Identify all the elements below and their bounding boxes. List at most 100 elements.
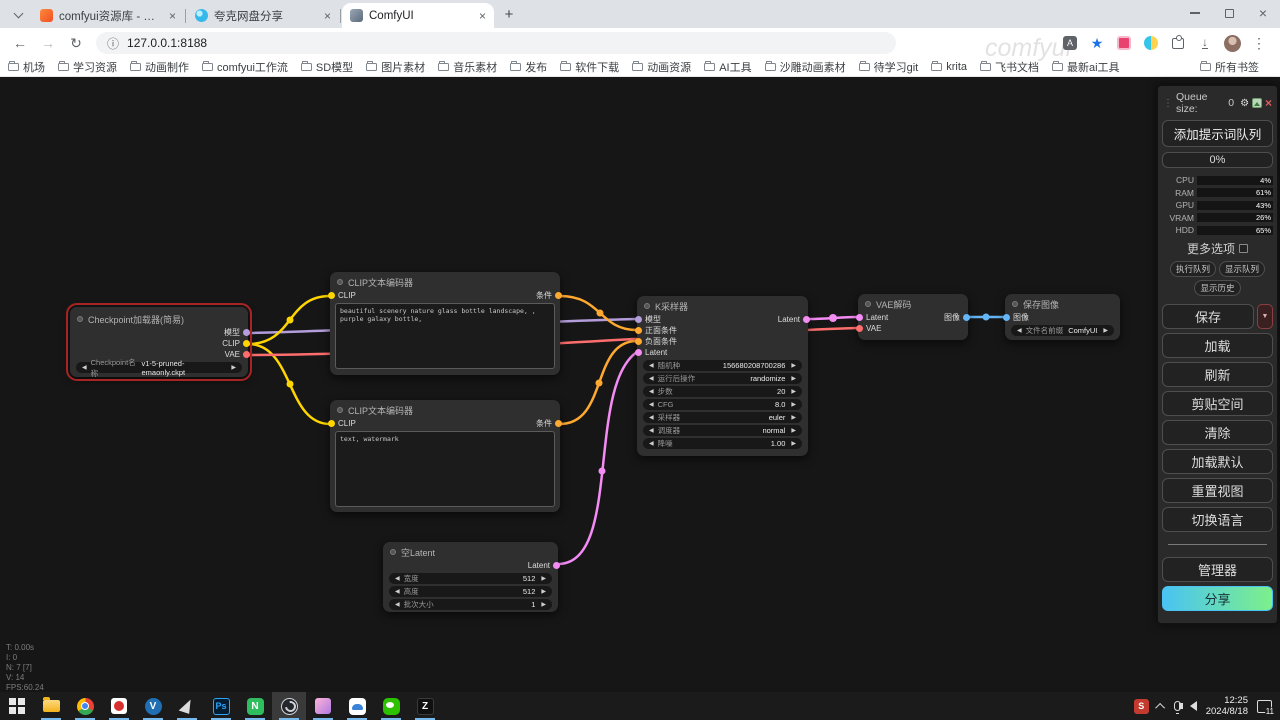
clear-button[interactable]: 清除 [1162,420,1273,445]
node-title-bar[interactable]: VAE解码 [858,296,968,312]
extension-smile-button[interactable] [1142,34,1160,52]
snip-tool-icon[interactable] [1133,698,1149,714]
output-slot-model[interactable] [243,329,250,336]
drag-handle-icon[interactable] [1163,98,1173,109]
site-info-icon[interactable] [107,35,119,52]
node-clip-encode-positive[interactable]: CLIP文本编码器 CLIP 条件 beautiful scenery natu… [328,272,562,375]
forward-button[interactable] [36,31,60,55]
input-slot-latent[interactable] [856,314,863,321]
reload-button[interactable] [64,31,88,55]
close-button[interactable] [1246,0,1280,26]
more-options-checkbox[interactable] [1239,244,1248,253]
load-default-button[interactable]: 加载默认 [1162,449,1273,474]
input-slot-negative[interactable] [635,338,642,345]
switch-language-button[interactable]: 切换语言 [1162,507,1273,532]
queue-prompt-button[interactable]: 添加提示词队列 [1162,120,1273,147]
input-slot-latent[interactable] [635,349,642,356]
tray-expand-icon[interactable] [1154,702,1165,713]
manager-button[interactable]: 管理器 [1162,557,1273,582]
bookmark-item[interactable]: 飞书文档 [980,59,1039,75]
translate-button[interactable] [1061,34,1079,52]
speaker-icon[interactable] [1178,701,1197,711]
taskbar-v-app[interactable] [136,692,170,720]
refresh-button[interactable]: 刷新 [1162,362,1273,387]
widget-sampler[interactable]: 采样器 euler [643,412,802,423]
collapse-dot-icon[interactable] [337,279,343,285]
extension-pink-button[interactable] [1115,34,1133,52]
view-queue-button[interactable]: 显示队列 [1219,261,1266,277]
start-button[interactable] [0,692,34,720]
prompt-textarea[interactable]: beautiful scenery nature glass bottle la… [335,303,555,369]
taskbar-wechat[interactable] [374,692,408,720]
bookmark-item[interactable]: comfyui工作流 [202,59,288,75]
notification-center-icon[interactable]: 11 [1257,699,1275,716]
node-save-image[interactable]: 保存图像 图像 文件名前缀 ComfyUI [1003,294,1120,340]
node-title-bar[interactable]: CLIP文本编码器 [330,274,560,290]
collapse-dot-icon[interactable] [1012,301,1018,307]
bookmark-item[interactable]: 待学习git [858,59,918,75]
input-slot-image[interactable] [1003,314,1010,321]
prompt-textarea[interactable]: text, watermark [335,431,555,507]
collapse-dot-icon[interactable] [337,407,343,413]
widget-seed[interactable]: 随机种 156680208700286 [643,360,802,371]
input-slot-clip[interactable] [328,420,335,427]
minimize-button[interactable] [1178,0,1212,26]
profile-button[interactable] [1223,34,1241,52]
extensions-button[interactable] [1169,34,1187,52]
widget-width[interactable]: 宽度 512 [389,573,552,584]
bookmark-item[interactable]: SD模型 [300,59,353,75]
bookmark-item[interactable]: 机场 [8,59,45,75]
node-title-bar[interactable]: Checkpoint加载器(简易) [70,311,248,327]
downloads-button[interactable] [1196,34,1214,52]
tab-feishu[interactable]: comfyui资源库 - 飞书云文档 [32,3,184,28]
widget-height[interactable]: 高度 512 [389,586,552,597]
node-clip-encode-negative[interactable]: CLIP文本编码器 CLIP 条件 text, watermark [328,400,562,512]
collapse-dot-icon[interactable] [865,301,871,307]
widget-ckpt-name[interactable]: Checkpoint名称 v1-5-pruned-emaonly.ckpt [76,358,242,378]
tab-search-button[interactable] [6,5,30,25]
settings-gear-icon[interactable] [1240,98,1249,109]
back-button[interactable] [8,31,32,55]
gallery-icon[interactable] [1252,98,1262,108]
taskbar-explorer[interactable] [34,692,68,720]
load-button[interactable]: 加载 [1162,333,1273,358]
node-title-bar[interactable]: CLIP文本编码器 [330,402,560,418]
bookmark-item[interactable]: 最新ai工具 [1052,59,1120,75]
input-slot-clip[interactable] [328,292,335,299]
save-dropdown-button[interactable] [1257,304,1273,329]
all-bookmarks-button[interactable]: 所有书签 [1200,59,1259,75]
reset-view-button[interactable]: 重置视图 [1162,478,1273,503]
tab-comfyui[interactable]: ComfyUI [342,3,494,28]
bookmark-item[interactable]: 沙雕动画素材 [764,59,846,75]
taskbar-cloud-app[interactable] [340,692,374,720]
widget-scheduler[interactable]: 调度器 normal [643,425,802,436]
view-history-button[interactable]: 显示历史 [1194,280,1241,296]
clipspace-button[interactable]: 剪贴空间 [1162,391,1273,416]
taskbar-clock[interactable]: 12:25 2024/8/18 [1206,695,1248,717]
address-bar[interactable]: 127.0.0.1:8188 [96,32,896,54]
bookmark-item[interactable]: 动画资源 [632,59,691,75]
queue-front-button[interactable]: 执行队列 [1169,261,1216,277]
tab-close-icon[interactable] [479,10,486,22]
output-slot-cond[interactable] [555,292,562,299]
node-ksampler[interactable]: K采样器 模型 Latent 正面条件 负面条件 Latent 随机种 15668… [635,296,810,456]
collapse-dot-icon[interactable] [644,303,650,309]
widget-filename-prefix[interactable]: 文件名前缀 ComfyUI [1011,325,1114,336]
widget-denoise[interactable]: 降噪 1.00 [643,438,802,449]
taskbar-chrome[interactable] [68,692,102,720]
node-title-bar[interactable]: K采样器 [637,298,808,314]
tab-quark[interactable]: 夸克网盘分享 [187,3,339,28]
bookmark-item[interactable]: 发布 [510,59,547,75]
bookmark-item[interactable]: 动画制作 [130,59,189,75]
bookmark-item[interactable]: 图片素材 [366,59,425,75]
taskbar-bolt-app[interactable] [170,692,204,720]
taskbar-notes-app[interactable] [238,692,272,720]
input-slot-vae[interactable] [856,325,863,332]
output-slot-latent[interactable] [553,562,560,569]
node-empty-latent[interactable]: 空Latent Latent 宽度 512 高度 512 批次大小 1 [383,542,560,612]
maximize-button[interactable] [1212,0,1246,26]
browser-menu-button[interactable] [1250,34,1268,52]
bookmark-item[interactable]: 学习资源 [58,59,117,75]
node-title-bar[interactable]: 空Latent [383,544,558,560]
output-slot-clip[interactable] [243,340,250,347]
